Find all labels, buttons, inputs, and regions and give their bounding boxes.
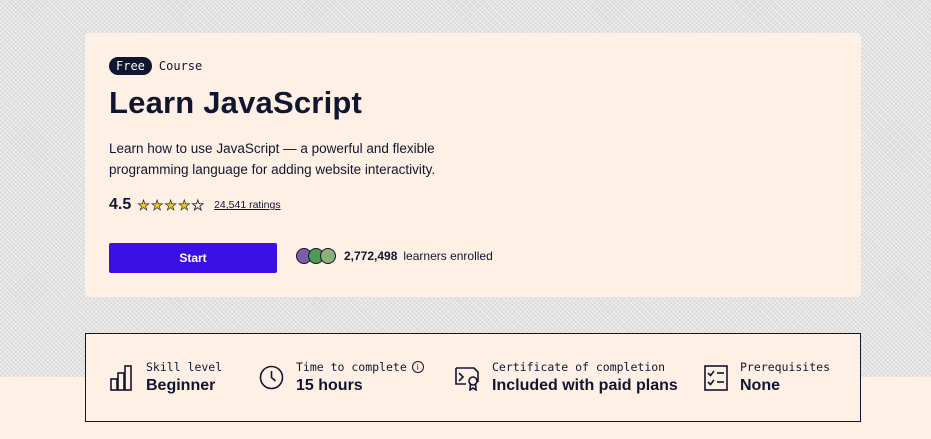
info-icon[interactable]: i bbox=[411, 361, 424, 373]
rating-row: 4.5 ★ ★ ★ ★ ★ 24,541 ratings bbox=[109, 196, 281, 214]
star-filled-icon: ★ bbox=[177, 197, 191, 213]
certificate-label: Certificate of completion bbox=[492, 360, 666, 374]
ratings-count-link[interactable]: 24,541 ratings bbox=[214, 199, 281, 211]
time-to-complete-label: Time to complete bbox=[296, 360, 407, 374]
certificate-value: Included with paid plans bbox=[492, 377, 678, 394]
bar-chart-icon bbox=[110, 364, 134, 391]
learner-avatars bbox=[296, 248, 336, 264]
time-to-complete-value: 15 hours bbox=[296, 377, 363, 394]
skill-level-label: Skill level bbox=[146, 360, 223, 374]
star-filled-icon: ★ bbox=[137, 197, 150, 213]
course-description: Learn how to use JavaScript — a powerful… bbox=[109, 141, 436, 177]
checklist-icon bbox=[704, 364, 728, 391]
course-badge-row: Free Course bbox=[109, 57, 202, 75]
course-type-label: Course bbox=[158, 59, 203, 73]
course-header-card: Free Course Learn JavaScript Learn how t… bbox=[85, 33, 861, 297]
enrolled-count: 2,772,498 bbox=[344, 249, 398, 263]
info-time-to-complete: Time to complete i 15 hours bbox=[259, 334, 424, 421]
clock-icon bbox=[259, 365, 284, 390]
info-prerequisites: Prerequisites None bbox=[704, 334, 830, 421]
skill-level-value: Beginner bbox=[146, 377, 216, 394]
star-rating: ★ ★ ★ ★ ★ bbox=[137, 197, 205, 213]
star-filled-icon: ★ bbox=[164, 197, 177, 213]
learners-enrolled: 2,772,498 learners enrolled bbox=[296, 248, 493, 264]
enrolled-suffix: learners enrolled bbox=[403, 249, 493, 263]
certificate-icon bbox=[454, 365, 480, 391]
course-info-bar: Skill level Beginner Time to complete i … bbox=[85, 333, 861, 422]
page-title: Learn JavaScript bbox=[109, 85, 363, 120]
info-skill-level: Skill level Beginner bbox=[110, 334, 222, 421]
info-certificate: Certificate of completion Included with … bbox=[454, 334, 678, 421]
rating-value: 4.5 bbox=[109, 196, 132, 213]
free-badge: Free bbox=[109, 57, 152, 75]
avatar bbox=[320, 248, 336, 264]
start-button[interactable]: Start bbox=[109, 243, 277, 273]
star-empty-icon: ★ bbox=[191, 197, 205, 213]
prerequisites-value: None bbox=[740, 377, 780, 394]
prerequisites-label: Prerequisites bbox=[740, 360, 831, 374]
star-filled-icon: ★ bbox=[150, 197, 164, 213]
time-label-row: Time to complete i bbox=[296, 360, 424, 374]
